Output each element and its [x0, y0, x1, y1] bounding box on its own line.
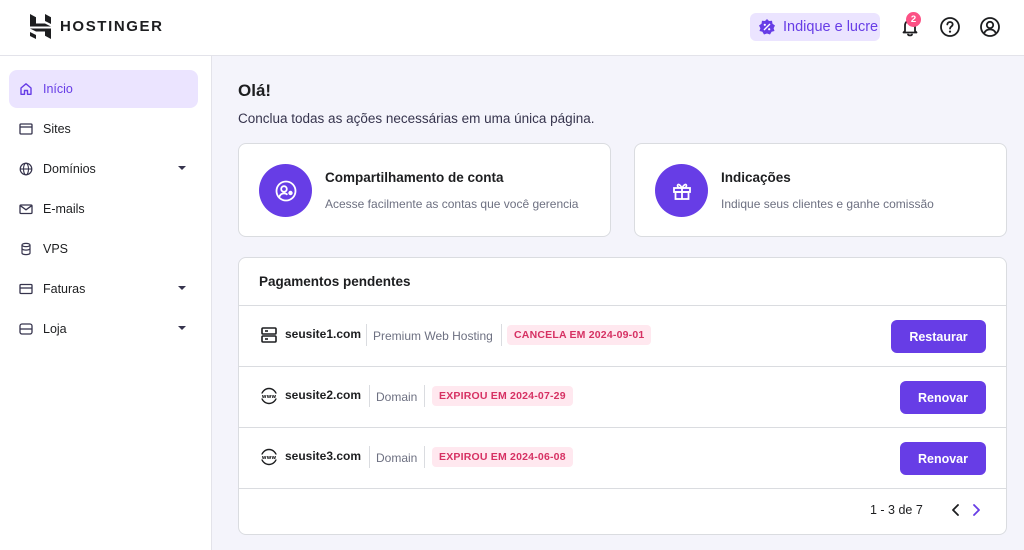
- divider: [366, 324, 367, 346]
- card-title: Compartilhamento de conta: [325, 170, 504, 185]
- divider: [369, 446, 370, 468]
- divider: [501, 324, 502, 346]
- referrals-card[interactable]: Indicações Indique seus clientes e ganhe…: [634, 143, 1007, 237]
- sidebar-item-label: E-mails: [43, 202, 85, 216]
- divider: [369, 385, 370, 407]
- divider: [239, 488, 1006, 489]
- product-type: Domain: [376, 390, 418, 404]
- domain-name: seusite3.com: [285, 449, 362, 463]
- card-title: Indicações: [721, 170, 791, 185]
- renew-button[interactable]: Renovar: [900, 442, 986, 475]
- refer-and-earn-button[interactable]: Indique e lucre: [750, 13, 880, 41]
- chevron-left-icon[interactable]: [949, 502, 963, 518]
- sidebar: Início Sites Domínios E-mails VPS Fatura…: [0, 56, 212, 550]
- svg-text:www: www: [262, 394, 277, 400]
- status-badge: EXPIROU EM 2024-07-29: [432, 386, 573, 406]
- gift-icon: [655, 164, 708, 217]
- status-badge: CANCELA EM 2024-09-01: [507, 325, 652, 345]
- sidebar-item-inicio[interactable]: Início: [9, 70, 198, 108]
- pagination-info: 1 - 3 de 7: [870, 503, 923, 517]
- table-row: seusite1.com Premium Web Hosting CANCELA…: [239, 305, 1006, 366]
- sidebar-item-faturas[interactable]: Faturas: [9, 270, 198, 308]
- divider: [424, 385, 425, 407]
- sidebar-item-label: Sites: [43, 122, 71, 136]
- mail-icon: [19, 202, 33, 216]
- domain-name: seusite2.com: [285, 388, 362, 402]
- store-icon: [19, 322, 33, 336]
- page-subtitle: Conclua todas as ações necessárias em um…: [238, 111, 595, 126]
- pending-payments-panel: Pagamentos pendentes seusite1.com Premiu…: [238, 257, 1007, 535]
- help-circle-icon[interactable]: [939, 16, 961, 38]
- chevron-down-icon: [178, 286, 186, 290]
- sidebar-item-label: Faturas: [43, 282, 86, 296]
- www-icon: www: [260, 448, 278, 466]
- refer-label: Indique e lucre: [783, 19, 879, 35]
- sidebar-item-label: Início: [43, 82, 73, 96]
- chevron-right-icon[interactable]: [969, 502, 983, 518]
- notification-badge: 2: [906, 12, 921, 27]
- sidebar-item-label: VPS: [43, 242, 69, 256]
- browser-icon: [19, 122, 33, 136]
- percent-badge-icon: [759, 19, 775, 35]
- svg-text:www: www: [262, 455, 277, 461]
- www-icon: www: [260, 387, 278, 405]
- chevron-down-icon: [178, 326, 186, 330]
- restore-button[interactable]: Restaurar: [891, 320, 986, 353]
- product-type: Domain: [376, 451, 418, 465]
- user-circle-icon[interactable]: [979, 16, 1001, 38]
- sidebar-item-label: Loja: [43, 322, 67, 336]
- table-row: www seusite2.com Domain EXPIROU EM 2024-…: [239, 366, 1006, 427]
- card-description: Indique seus clientes e ganhe comissão: [721, 197, 934, 211]
- product-type: Premium Web Hosting: [373, 329, 493, 343]
- hostinger-logo[interactable]: HOSTINGER: [30, 14, 164, 39]
- divider: [424, 446, 425, 468]
- sidebar-item-dominios[interactable]: Domínios: [9, 150, 198, 188]
- top-header: HOSTINGER Indique e lucre 2: [0, 0, 1024, 56]
- account-share-icon: [259, 164, 312, 217]
- domain-name: seusite1.com: [285, 327, 362, 341]
- sidebar-item-vps[interactable]: VPS: [9, 230, 198, 268]
- table-row: www seusite3.com Domain EXPIROU EM 2024-…: [239, 427, 1006, 488]
- server-icon: [261, 327, 277, 343]
- sidebar-item-emails[interactable]: E-mails: [9, 190, 198, 228]
- renew-button[interactable]: Renovar: [900, 381, 986, 414]
- home-icon: [19, 82, 33, 96]
- sidebar-item-label: Domínios: [43, 162, 96, 176]
- brand-name: HOSTINGER: [60, 18, 164, 35]
- account-sharing-card[interactable]: Compartilhamento de conta Acesse facilme…: [238, 143, 611, 237]
- sidebar-item-loja[interactable]: Loja: [9, 310, 198, 348]
- card-description: Acesse facilmente as contas que você ger…: [325, 197, 579, 211]
- card-icon: [19, 282, 33, 296]
- chevron-down-icon: [178, 166, 186, 170]
- sidebar-item-sites[interactable]: Sites: [9, 110, 198, 148]
- globe-icon: [19, 162, 33, 176]
- section-title: Pagamentos pendentes: [259, 274, 411, 289]
- hostinger-logo-icon: [30, 14, 51, 39]
- server-stack-icon: [19, 242, 33, 256]
- status-badge: EXPIROU EM 2024-06-08: [432, 447, 573, 467]
- page-title: Olá!: [238, 81, 272, 100]
